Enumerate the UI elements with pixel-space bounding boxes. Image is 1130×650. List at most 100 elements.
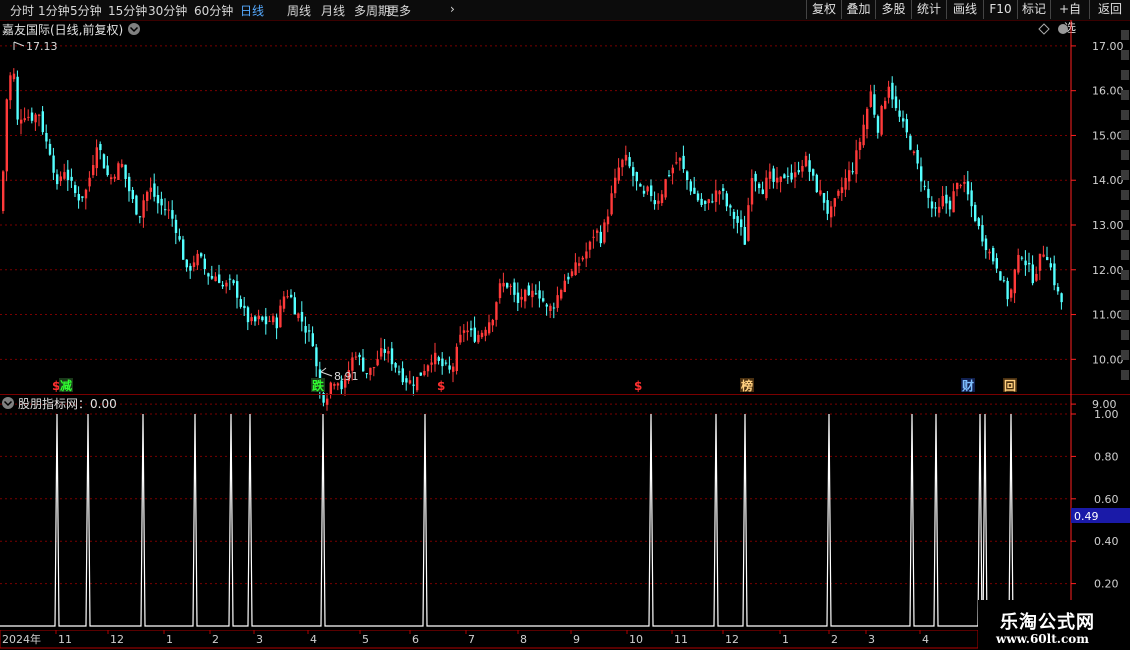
candle-body [826,200,829,214]
toolbar-button-4[interactable]: 画线 [946,0,983,19]
period-tab-6[interactable]: 日线 [240,2,264,19]
candle-body [138,216,142,218]
candle-body [30,112,34,121]
toolbar-button-0[interactable]: 复权 [806,0,841,19]
candle-body [956,182,959,190]
period-tab-0[interactable]: 分时 [10,2,34,19]
edge-glyph [1121,70,1129,80]
event-marker-2[interactable]: 跌 [312,378,325,393]
candle-body [653,200,656,205]
candle-body [221,284,224,287]
candle-body [264,316,268,325]
candle-body [441,358,444,367]
period-tab-1[interactable]: 1分钟 [38,2,70,19]
candle-body [747,205,750,241]
candle-body [650,185,653,197]
edge-glyph [1121,210,1129,220]
chart-menu-icon[interactable] [128,23,140,35]
candle-body [736,216,739,223]
candle-body [646,186,649,192]
toolbar-button-1[interactable]: 叠加 [841,0,875,19]
candle-body [797,170,800,173]
diamond-icon[interactable] [1038,23,1050,35]
edge-glyph [1121,130,1129,140]
event-marker-3[interactable]: $ [437,379,445,393]
period-tab-8[interactable]: 月线 [321,2,345,19]
candle-body [92,165,95,176]
candle-body [304,326,307,333]
period-tab-3[interactable]: 15分钟 [108,2,147,19]
time-axis[interactable]: 2024年 11 12 1 2 3 4 5 6 7 8 9 10 11 12 1 2 3 4 [0,630,1130,650]
candle-body [56,174,59,185]
candle-body [534,293,538,295]
candle-body [448,365,451,370]
event-marker-6[interactable]: 财 [961,378,974,393]
site-watermark: 乐淘公式网 www.60lt.com [978,600,1130,650]
toolbar-button-6[interactable]: 标记 [1017,0,1050,19]
candle-body [506,283,509,288]
toolbar-button-5[interactable]: F10 [983,0,1017,19]
toolbar-button-8[interactable]: 返回 [1089,0,1130,19]
indicator-title: 股朋指标网：0.00 [18,396,117,411]
indicator-menu-icon[interactable] [2,397,14,409]
indicator-line [0,413,1014,627]
candle-body [581,257,584,260]
edge-glyph [1121,370,1129,380]
candle-body [722,188,725,191]
candle-body [290,294,293,298]
toolbar-button-3[interactable]: 统计 [911,0,946,19]
time-label-17: 3 [868,633,875,646]
candle-body [560,289,563,299]
period-tab-4[interactable]: 30分钟 [148,2,187,19]
period-tab-7[interactable]: 周线 [287,2,311,19]
event-marker-7[interactable]: 回 [1004,379,1016,393]
candle-body [754,173,757,182]
period-tab-10[interactable]: 更多 [387,2,411,19]
candle-body [491,319,494,326]
candle-body [470,328,473,331]
chevron-right-icon[interactable]: › [450,2,455,16]
candle-body [498,283,502,299]
period-tab-5[interactable]: 60分钟 [194,2,233,19]
event-marker-5[interactable]: 榜 [741,378,753,393]
event-marker-4[interactable]: $ [634,379,642,393]
candle-body [995,258,998,269]
candle-body [981,225,984,242]
candle-body [336,383,340,386]
price-tick-label: 10.00 [1092,353,1124,366]
price-tick-label: 12.00 [1092,264,1124,277]
candle-body [988,251,991,254]
candle-body [934,207,937,209]
edge-glyph [1121,110,1129,120]
candle-body [286,296,289,298]
indicator-chart[interactable]: 1.00 0.80 0.60 0.40 0.20 股朋指标网：0.00 0.49 [0,394,1130,630]
candle-body [675,162,678,164]
candle-body [437,357,440,361]
candle-body [714,190,718,202]
event-marker-1[interactable]: 减 [60,378,72,393]
candle-body [905,119,908,133]
candle-body [329,382,332,395]
settings-circle-icon[interactable] [1058,24,1068,34]
candle-body [52,155,55,173]
candle-body [830,206,833,218]
candle-body [236,281,239,298]
candle-body [704,201,707,204]
toolbar-button-2[interactable]: 多股 [875,0,911,19]
period-tab-9[interactable]: 多周期 [354,2,390,19]
toolbar-button-7[interactable]: +自选 [1050,0,1089,35]
price-chart[interactable]: 17.00 16.00 15.00 14.00 13.00 12.00 11.00 10.00… [0,20,1130,414]
candle-body [563,280,566,293]
candle-body [711,201,714,203]
candle-body [149,187,152,192]
candle-body [1010,289,1013,298]
candle-body [527,285,530,296]
candle-body [927,188,930,198]
period-tab-2[interactable]: 5分钟 [70,2,102,19]
candle-body [185,259,188,268]
candle-body [297,313,300,319]
candle-body [520,296,523,300]
candle-body [524,289,527,302]
candle-body [268,320,271,322]
candle-body [740,219,743,228]
